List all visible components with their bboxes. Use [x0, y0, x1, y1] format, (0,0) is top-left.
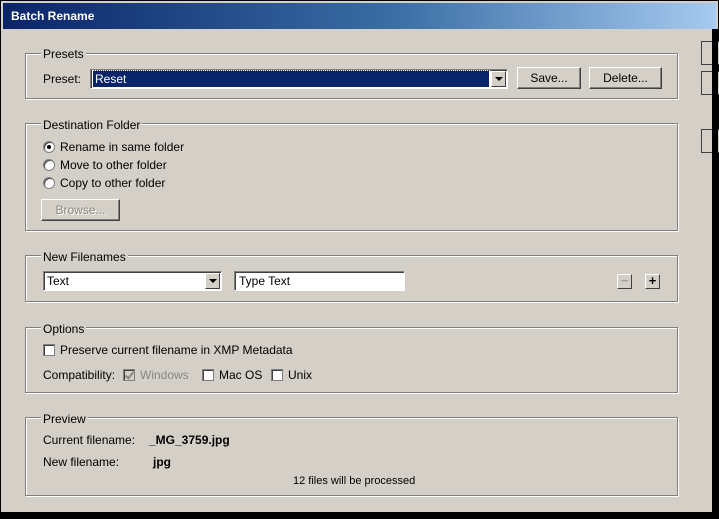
- windows-label: Windows: [140, 368, 189, 382]
- current-filename-label: Current filename:: [43, 433, 136, 447]
- delete-preset-button[interactable]: Delete...: [589, 67, 662, 89]
- filename-element-type-dropdown[interactable]: Text: [43, 271, 222, 291]
- destination-group-title: Destination Folder: [41, 118, 143, 132]
- browse-button[interactable]: Browse...: [41, 199, 120, 221]
- new-filename-value: jpg: [153, 455, 171, 469]
- copy-other-folder-radio[interactable]: [43, 177, 55, 189]
- filename-element-type-value: Text: [47, 274, 70, 288]
- current-filename-value: _MG_3759.jpg: [149, 433, 230, 447]
- plus-glyph: +: [648, 273, 657, 288]
- presets-group-title: Presets: [41, 47, 86, 61]
- rename-same-folder-label[interactable]: Rename in same folder: [60, 140, 184, 154]
- window-title: Batch Rename: [11, 9, 95, 23]
- preset-value: Reset: [92, 70, 490, 88]
- compatibility-label: Compatibility:: [43, 368, 116, 382]
- plus-icon[interactable]: +: [645, 274, 660, 289]
- batch-rename-dialog: Batch Rename Presets Preset: Reset Save.…: [0, 0, 719, 519]
- windows-checkbox[interactable]: [123, 369, 135, 381]
- options-group-title: Options: [41, 322, 87, 336]
- preview-group-title: Preview: [41, 412, 88, 426]
- chevron-down-icon[interactable]: [205, 273, 220, 289]
- mac-os-label[interactable]: Mac OS: [219, 368, 262, 382]
- save-preset-button[interactable]: Save...: [517, 67, 581, 89]
- move-other-folder-radio[interactable]: [43, 159, 55, 171]
- filename-text-input[interactable]: [234, 271, 405, 291]
- options-group: [25, 327, 678, 393]
- new-filenames-group-title: New Filenames: [41, 250, 128, 264]
- unix-checkbox[interactable]: [271, 369, 283, 381]
- preset-label: Preset:: [43, 72, 82, 86]
- unix-label[interactable]: Unix: [288, 368, 312, 382]
- preset-dropdown[interactable]: Reset: [90, 69, 508, 89]
- new-filename-label: New filename:: [43, 455, 120, 469]
- window-frame-bottom: [1, 512, 719, 518]
- mac-os-checkbox[interactable]: [202, 369, 214, 381]
- minus-icon[interactable]: −: [617, 274, 632, 289]
- files-processed-status: 12 files will be processed: [293, 475, 416, 487]
- window-frame-right: [712, 29, 718, 517]
- title-bar[interactable]: Batch Rename: [3, 3, 716, 29]
- move-other-folder-label[interactable]: Move to other folder: [60, 158, 167, 172]
- preserve-filename-label[interactable]: Preserve current filename in XMP Metadat…: [60, 343, 293, 357]
- rename-same-folder-radio[interactable]: [43, 141, 55, 153]
- copy-other-folder-label[interactable]: Copy to other folder: [60, 176, 165, 190]
- preserve-filename-checkbox[interactable]: [43, 344, 55, 356]
- minus-glyph: −: [620, 273, 629, 288]
- chevron-down-icon[interactable]: [491, 71, 506, 87]
